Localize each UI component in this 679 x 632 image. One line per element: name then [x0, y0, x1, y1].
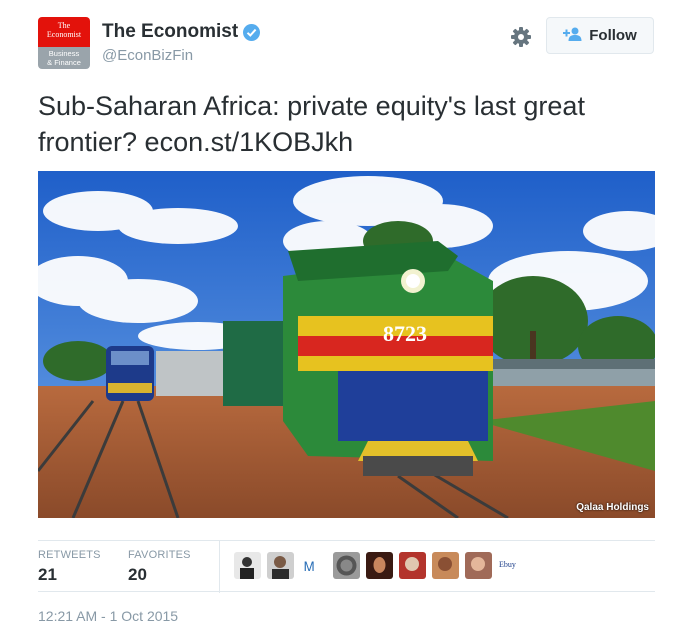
locomotive-number: 8723: [383, 321, 427, 346]
avatar[interactable]: Ꮇ: [300, 552, 327, 579]
display-name[interactable]: The Economist: [102, 21, 238, 43]
favorites-count: 20: [128, 565, 147, 584]
account-handle[interactable]: @EconBizFin: [102, 47, 260, 64]
avatar[interactable]: [465, 552, 492, 579]
retweets-count: 21: [38, 565, 57, 584]
follow-label: Follow: [589, 27, 637, 44]
logo-line-2: Economist: [46, 30, 82, 39]
avatar[interactable]: [432, 552, 459, 579]
avatar[interactable]: [399, 552, 426, 579]
tweet-photo[interactable]: 8723 Qalaa Holdings: [38, 171, 655, 518]
gear-icon[interactable]: [510, 26, 532, 48]
favorites-label: FAVORITES: [128, 549, 191, 561]
avatar[interactable]: [234, 552, 261, 579]
follow-button[interactable]: Follow: [546, 17, 654, 54]
logo-sub-1: Business: [48, 49, 80, 58]
tweet-stats: RETWEETS 21 FAVORITES 20 Ꮇ Ebuy: [38, 540, 655, 593]
stats-divider: [219, 541, 220, 593]
tweet-timestamp[interactable]: 12:21 AM - 1 Oct 2015: [38, 608, 178, 624]
photo-credit: Qalaa Holdings: [576, 502, 649, 513]
retweets-label: RETWEETS: [38, 549, 101, 561]
avatar[interactable]: [366, 552, 393, 579]
verified-badge-icon: [243, 23, 261, 41]
tweet-header: The Economist Business & Finance The Eco…: [38, 17, 655, 69]
avatar[interactable]: [333, 552, 360, 579]
retweets-stat[interactable]: RETWEETS 21: [38, 549, 101, 585]
favoriter-avatars: Ꮇ Ebuy: [234, 552, 525, 579]
account-avatar[interactable]: The Economist Business & Finance: [38, 17, 90, 69]
svg-text:Ꮇ: Ꮇ: [304, 559, 314, 574]
ebay-label: Ebuy: [499, 560, 516, 569]
avatar-ebay[interactable]: Ebuy: [498, 552, 525, 579]
account-name-block: The Economist @EconBizFin: [102, 21, 261, 64]
tweet-text: Sub-Saharan Africa: private equity's las…: [38, 91, 585, 157]
logo-sub-2: & Finance: [47, 58, 81, 67]
logo-line-1: The: [57, 21, 71, 30]
person-plus-icon: [563, 26, 583, 46]
avatar[interactable]: [267, 552, 294, 579]
favorites-stat[interactable]: FAVORITES 20: [128, 549, 191, 585]
